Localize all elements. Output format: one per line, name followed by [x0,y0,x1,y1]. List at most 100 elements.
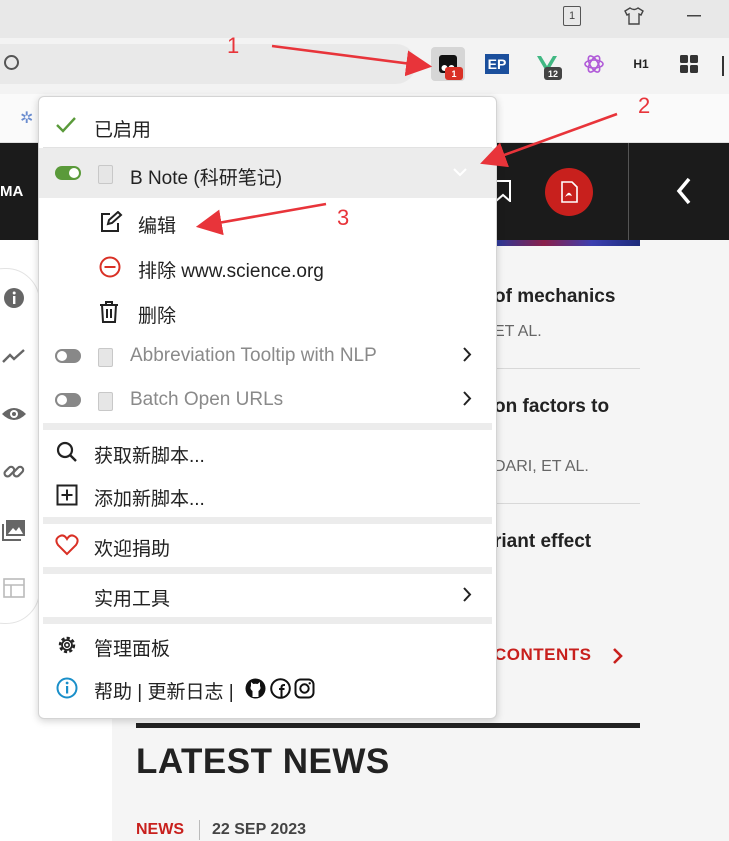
article-title-3[interactable]: riant effect [494,531,591,553]
chevron-right-icon[interactable] [463,347,472,362]
vue-badge: 12 [544,67,562,80]
help-row: 帮助 | 更新日志 | [39,667,496,710]
tampermonkey-badge: 1 [445,67,463,80]
image-gallery-icon[interactable] [1,517,27,543]
script-toggle-off[interactable] [55,393,81,407]
get-new-scripts-item[interactable]: 获取新脚本... [39,431,496,474]
github-icon[interactable] [245,678,266,699]
trash-icon [99,301,119,323]
news-tag[interactable]: NEWS [136,821,184,839]
ep-extension-button[interactable]: EP [480,47,514,81]
article-authors-2: DARI, ET AL. [494,458,589,475]
h1-icon: H1 [633,57,649,71]
news-section-rule [136,723,640,728]
shirt-icon[interactable] [619,3,649,29]
get-new-scripts-label: 获取新脚本... [94,446,205,467]
bookmark-favicon[interactable]: ✲ [20,108,33,128]
article-separator [494,503,640,504]
address-bar[interactable] [0,44,416,84]
nav-divider [628,143,629,240]
search-icon [4,55,19,70]
vue-devtools-extension-button[interactable]: 12 [530,47,564,81]
add-new-script-label: 添加新脚本... [94,489,205,510]
hero-image [496,240,640,246]
tab-count-button[interactable]: 1 [557,3,587,29]
eye-icon[interactable] [1,401,27,427]
info-icon[interactable] [1,285,27,311]
annotation-number-3: 3 [337,205,350,230]
instagram-icon[interactable] [294,678,315,699]
chevron-left-icon[interactable] [676,176,692,211]
script-file-icon [98,392,113,411]
script-toggle-off[interactable] [55,349,81,363]
script-name: Abbreviation Tooltip with NLP [130,345,377,366]
add-new-script-item[interactable]: 添加新脚本... [39,474,496,517]
menu-separator [43,423,492,430]
grid-icon [680,55,698,73]
heart-icon [55,534,79,556]
tampermonkey-popup-menu: 已启用 B Note (科研笔记) 编辑 排除 www.science.org … [38,96,497,719]
gear-icon [56,634,78,656]
trending-icon[interactable] [1,343,27,369]
donate-label: 欢迎捐助 [94,539,171,560]
h1-extension-button[interactable]: H1 [624,47,658,81]
dashboard-label: 管理面板 [94,639,171,660]
contents-link[interactable]: CONTENTS [494,645,592,665]
utilities-item[interactable]: 实用工具 [39,574,496,617]
bookmark-icon[interactable]: ⁝ [0,108,1,128]
script-toggle-on[interactable] [55,166,81,180]
article-title-2[interactable]: on factors to [494,396,609,418]
facebook-icon[interactable] [270,678,291,699]
checkmark-icon [55,116,77,134]
chevron-down-icon[interactable] [453,168,467,177]
dashboard-item[interactable]: 管理面板 [39,624,496,667]
pdf-button[interactable] [545,168,593,216]
edit-script-item[interactable]: 编辑 [39,200,496,244]
help-changelog-links[interactable]: 帮助 | 更新日志 | [94,677,234,704]
edit-icon [99,211,123,233]
article-tools-rail [0,268,40,624]
news-tag-divider [199,820,200,840]
script-row-abbreviation-tooltip[interactable]: Abbreviation Tooltip with NLP [39,334,496,378]
latest-news-heading: LATEST NEWS [136,742,390,781]
tab-count: 1 [563,6,581,26]
toolbar-divider [722,56,724,76]
enabled-toggle-row[interactable]: 已启用 [39,106,496,148]
link-icon[interactable] [1,459,27,485]
script-file-icon [98,165,113,184]
window-titlebar: 1 [0,0,729,38]
script-row-b-note[interactable]: B Note (科研笔记) [39,148,496,198]
donate-item[interactable]: 欢迎捐助 [39,524,496,567]
exclude-site-item[interactable]: 排除 www.science.org [39,245,496,289]
annotation-number-2: 2 [638,93,651,118]
menu-separator [43,617,492,624]
chevron-right-icon[interactable] [612,647,624,670]
enabled-label: 已启用 [94,120,152,141]
minimize-button[interactable] [679,3,709,29]
minus-circle-icon [99,256,121,278]
news-date: 22 SEP 2023 [212,821,307,838]
script-row-batch-open-urls[interactable]: Batch Open URLs [39,378,496,422]
annotation-number-1: 1 [227,33,240,58]
delete-script-item[interactable]: 删除 [39,290,496,334]
pdf-icon [561,181,578,203]
openai-extension-button[interactable] [577,47,611,81]
script-name: Batch Open URLs [130,389,284,410]
article-authors-1: ET AL. [494,323,542,340]
browser-toolbar: 1 EP 12 H1 [0,38,729,94]
chevron-right-icon [463,587,472,602]
nav-fragment-text: MA [0,183,24,200]
table-icon[interactable] [1,575,27,601]
ep-icon: EP [484,54,510,74]
exclude-label: 排除 www.science.org [138,261,324,282]
script-file-icon [98,348,113,367]
extensions-grid-button[interactable] [672,47,706,81]
script-name: B Note (科研笔记) [130,168,283,189]
utilities-label: 实用工具 [94,589,171,610]
chevron-right-icon[interactable] [463,391,472,406]
edit-label: 编辑 [138,216,177,237]
tampermonkey-extension-button[interactable]: 1 [431,47,465,81]
menu-separator [43,517,492,524]
article-title-1[interactable]: of mechanics [494,286,615,308]
delete-label: 删除 [138,306,177,327]
